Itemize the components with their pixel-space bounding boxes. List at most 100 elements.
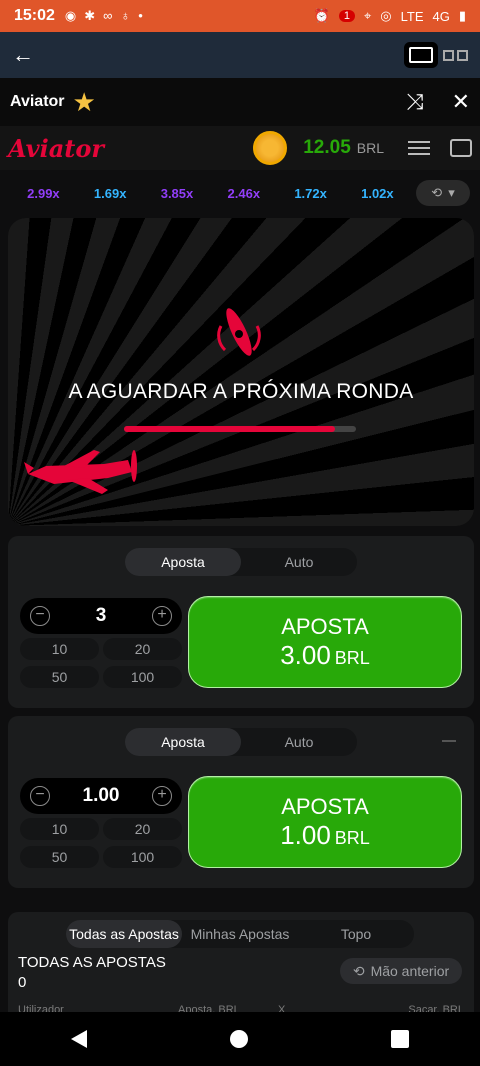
history-icon: ⟲ <box>431 185 443 200</box>
shuffle-icon[interactable]: ⤨ <box>406 89 424 115</box>
quick-amount-button[interactable]: 10 <box>20 638 99 660</box>
nav-home-icon[interactable] <box>229 1030 248 1048</box>
minus-icon[interactable]: − <box>30 786 50 806</box>
multiplier-badge: 1.69x <box>93 185 127 201</box>
status-bar: 15:02 ◉ ✱ ∞ ♁ • ⏰ 1 ⌖ ◎ LTE 4G ▮ <box>0 0 480 32</box>
tab-all-bets[interactable]: Todas as Apostas <box>66 920 182 948</box>
chat-icon[interactable] <box>450 139 472 157</box>
nav-recents-icon[interactable] <box>390 1030 409 1048</box>
network-label: 4G <box>432 8 450 24</box>
browser-bar: ← <box>0 32 480 78</box>
logo-bar: Aviator 12.05 BRL <box>0 126 480 170</box>
column-header: Sacar, BRL <box>408 1004 464 1012</box>
balance-amount: 12.05 <box>303 137 351 158</box>
multiplier-badge: 1.02x <box>361 185 394 201</box>
place-bet-button[interactable]: APOSTA 3.00 BRL <box>188 596 462 688</box>
tab-bet[interactable]: Aposta <box>125 728 241 756</box>
battery-icon: ▮ <box>458 8 466 23</box>
notification-badge: 1 <box>338 10 355 22</box>
airplane-icon <box>24 450 137 494</box>
coin-icon <box>253 131 288 165</box>
previous-hand-label: Mão anterior <box>370 963 450 979</box>
chevron-down-icon: ▾ <box>448 185 455 200</box>
propeller-icon <box>217 308 261 356</box>
bet-amount-value[interactable]: 1.00 <box>50 785 152 807</box>
voicemail-icon: ∞ <box>103 8 113 23</box>
bet-amount-value[interactable]: 3 <box>50 605 152 627</box>
bets-tabs: Todas as Apostas Minhas Apostas Topo <box>66 920 414 948</box>
column-header: Aposta, BRL <box>178 1004 240 1012</box>
multiplier-history: 2.99x 1.69x 3.85x 2.46x 1.72x 1.02x ⟲ ▾ <box>0 172 480 214</box>
bet-mode-switch: Aposta Auto <box>125 728 357 756</box>
bet-mode-switch: Aposta Auto <box>125 548 357 576</box>
history-dropdown-button[interactable]: ⟲ ▾ <box>416 180 470 206</box>
multiplier-badge: 1.72x <box>294 185 327 201</box>
previous-hand-button[interactable]: ⟲ Mão anterior <box>340 958 462 984</box>
quick-amount-button[interactable]: 20 <box>103 818 182 840</box>
history-icon: ⟲ <box>352 962 365 979</box>
round-progress-fill <box>124 426 336 432</box>
nav-back-icon[interactable] <box>71 1030 88 1048</box>
star-app-icon: ✱ <box>84 8 96 23</box>
aviator-logo: Aviator <box>8 133 104 163</box>
location-icon: ⌖ <box>363 8 372 23</box>
all-bets-count: 0 <box>18 974 27 991</box>
game-header: Aviator ★ ⤨ ✕ <box>0 78 480 126</box>
bet-button-amount: 1.00 BRL <box>280 819 370 850</box>
back-arrow-icon[interactable]: ← <box>12 42 34 68</box>
bet-button-amount: 3.00 BRL <box>280 639 370 670</box>
mic-icon: ♁ <box>120 8 131 23</box>
dot-icon: • <box>138 8 143 23</box>
view-toggle <box>409 47 468 63</box>
game-stage: A AGUARDAR A PRÓXIMA RONDA <box>8 218 474 526</box>
column-header: X <box>278 1004 286 1012</box>
dual-view-icon[interactable] <box>443 49 468 61</box>
tab-my-bets[interactable]: Minhas Apostas <box>182 920 298 948</box>
quick-amounts: 10 20 50 100 <box>20 638 182 690</box>
tab-top[interactable]: Topo <box>298 920 414 948</box>
bet-button-label: APOSTA <box>281 613 369 639</box>
multiplier-badge: 2.99x <box>27 185 60 201</box>
bets-table-header: Utilizador Aposta, BRL X Sacar, BRL <box>18 1004 464 1012</box>
plus-icon[interactable]: + <box>152 786 172 806</box>
column-header: Utilizador <box>18 1004 64 1012</box>
game-title: Aviator <box>10 93 65 110</box>
plus-icon[interactable]: + <box>152 606 172 626</box>
bet-panel-2: Aposta Auto − 1.00 + 10 20 50 100 APOSTA… <box>8 716 474 888</box>
round-progress-bar <box>124 426 356 432</box>
waiting-message: A AGUARDAR A PRÓXIMA RONDA <box>68 380 414 403</box>
all-bets-title: TODAS AS APOSTAS <box>18 954 166 971</box>
lte-label: LTE <box>400 8 424 24</box>
system-nav-bar <box>0 1012 480 1066</box>
quick-amount-button[interactable]: 50 <box>20 846 99 868</box>
multiplier-badge: 3.85x <box>160 185 194 201</box>
place-bet-button[interactable]: APOSTA 1.00 BRL <box>188 776 462 868</box>
minus-icon[interactable]: − <box>30 606 50 626</box>
tab-auto[interactable]: Auto <box>241 728 357 756</box>
quick-amount-button[interactable]: 10 <box>20 818 99 840</box>
tab-bet[interactable]: Aposta <box>125 548 241 576</box>
quick-amount-button[interactable]: 100 <box>103 846 182 868</box>
quick-amount-button[interactable]: 20 <box>103 638 182 660</box>
tab-auto[interactable]: Auto <box>241 548 357 576</box>
bet-amount-stepper: − 1.00 + <box>20 778 182 814</box>
bet-button-label: APOSTA <box>281 793 369 819</box>
bet-panel-1: Aposta Auto − 3 + 10 20 50 100 APOSTA 3.… <box>8 536 474 708</box>
quick-amount-button[interactable]: 50 <box>20 666 99 688</box>
favorite-star-icon[interactable]: ★ <box>73 87 96 118</box>
bet-amount-stepper: − 3 + <box>20 598 182 634</box>
close-icon[interactable]: ✕ <box>452 89 470 115</box>
hamburger-menu-icon[interactable] <box>408 137 430 159</box>
quick-amount-button[interactable]: 100 <box>103 666 182 688</box>
system-icons: ⏰ 1 ⌖ ◎ LTE 4G ▮ <box>314 8 466 24</box>
bets-list-panel: Todas as Apostas Minhas Apostas Topo TOD… <box>8 912 474 1012</box>
notification-icons: ◉ ✱ ∞ ♁ • <box>65 8 143 24</box>
alarm-icon: ⏰ <box>313 8 330 23</box>
single-view-icon[interactable] <box>409 47 433 63</box>
eye-icon: ◎ <box>380 8 392 23</box>
quick-amounts: 10 20 50 100 <box>20 818 182 870</box>
remove-panel-icon[interactable] <box>442 740 456 742</box>
multiplier-badge: 2.46x <box>227 185 261 201</box>
clock: 15:02 <box>14 7 55 24</box>
record-icon: ◉ <box>64 8 77 23</box>
